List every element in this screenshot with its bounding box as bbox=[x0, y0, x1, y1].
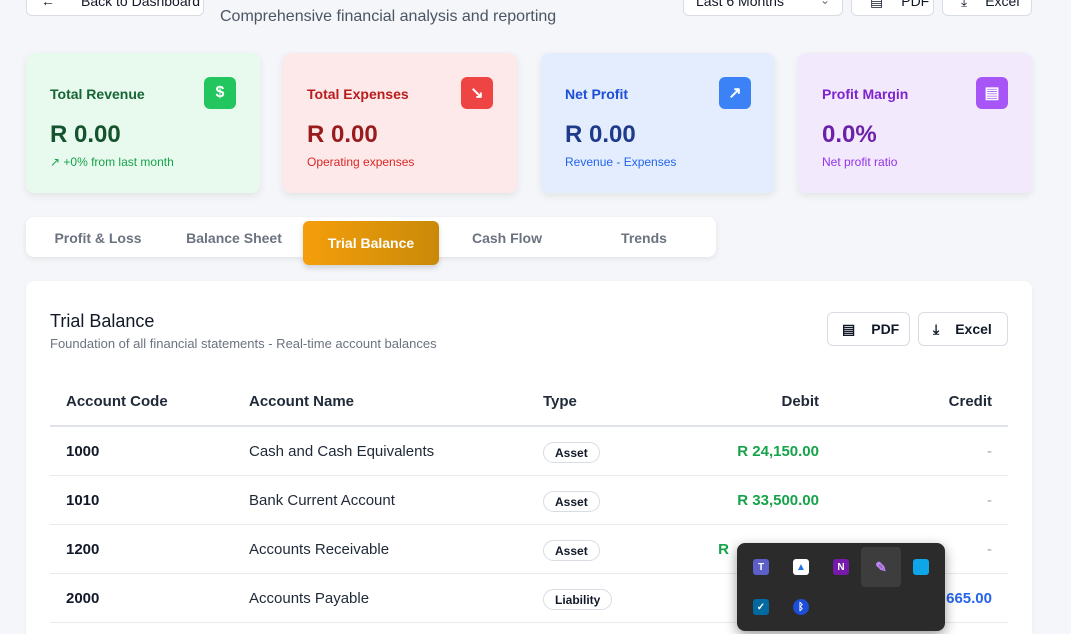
teams-icon[interactable]: T bbox=[741, 547, 781, 587]
file-icon: ▤ bbox=[870, 0, 884, 9]
card-value: 0.0% bbox=[822, 121, 877, 148]
card-title: Net Profit bbox=[565, 86, 628, 102]
trending-down-icon: ↘ bbox=[461, 77, 493, 109]
col-account-name: Account Name bbox=[249, 393, 355, 410]
card-note: Net profit ratio bbox=[822, 155, 898, 169]
total-expenses-card: Total Expenses ↘ R 0.00 Operating expens… bbox=[283, 53, 517, 193]
report-tabs: Profit & Loss Balance Sheet Trial Balanc… bbox=[26, 217, 716, 265]
back-label: Back to Dashboard bbox=[81, 0, 201, 9]
type-badge: Asset bbox=[543, 442, 600, 463]
panel-excel-label: Excel bbox=[955, 321, 992, 337]
account-name: Accounts Payable bbox=[249, 590, 370, 607]
dollar-icon: $ bbox=[204, 77, 236, 109]
top-bar: ← Back to Dashboard Comprehensive financ… bbox=[0, 0, 1071, 40]
panel-excel-button[interactable]: ⤓ Excel bbox=[918, 312, 1008, 346]
account-code: 1200 bbox=[66, 541, 100, 558]
total-revenue-card: Total Revenue $ R 0.00 ↗ +0% from last m… bbox=[26, 53, 260, 193]
type-badge: Liability bbox=[543, 589, 613, 610]
export-pdf-button[interactable]: ▤ PDF bbox=[851, 0, 934, 16]
card-value: R 0.00 bbox=[50, 121, 121, 148]
account-code: 2000 bbox=[66, 590, 100, 607]
net-profit-card: Net Profit ↗ R 0.00 Revenue - Expenses bbox=[541, 53, 775, 193]
table-header: Account Code Account Name Type Debit Cre… bbox=[50, 381, 1008, 427]
credit-value: 665.00 bbox=[946, 590, 992, 607]
download-icon: ⤓ bbox=[933, 320, 940, 337]
debit-value: R bbox=[718, 541, 729, 558]
tab-trial-balance[interactable]: Trial Balance bbox=[303, 221, 439, 265]
col-type: Type bbox=[543, 393, 577, 410]
tab-balance-sheet[interactable]: Balance Sheet bbox=[166, 217, 302, 257]
bluetooth-icon[interactable]: ᛒ bbox=[781, 587, 821, 627]
debit-value: R 24,150.00 bbox=[737, 443, 819, 460]
download-icon: ⤓ bbox=[961, 0, 968, 9]
account-name: Cash and Cash Equivalents bbox=[249, 443, 435, 460]
export-excel-label: Excel bbox=[985, 0, 1020, 9]
account-name: Bank Current Account bbox=[249, 492, 395, 509]
panel-title: Trial Balance bbox=[50, 311, 155, 331]
google-drive-icon[interactable]: ▲ bbox=[781, 547, 821, 587]
account-name: Accounts Receivable bbox=[249, 541, 390, 558]
card-title: Total Revenue bbox=[50, 86, 145, 102]
tab-trends[interactable]: Trends bbox=[576, 217, 712, 257]
profit-margin-card: Profit Margin ▤ 0.0% Net profit ratio bbox=[798, 53, 1032, 193]
tab-profit-loss[interactable]: Profit & Loss bbox=[30, 217, 166, 257]
system-tray-overflow: T ▲ N ✎ ✓ ᛒ bbox=[737, 543, 945, 631]
table-row: 1010 Bank Current Account Asset R 33,500… bbox=[50, 476, 1008, 525]
col-debit: Debit bbox=[781, 393, 820, 410]
table-row: 1000 Cash and Cash Equivalents Asset R 2… bbox=[50, 427, 1008, 476]
card-value: R 0.00 bbox=[565, 121, 636, 148]
card-note: Revenue - Expenses bbox=[565, 155, 677, 169]
col-account-code: Account Code bbox=[66, 393, 168, 410]
period-value: Last 6 Months bbox=[696, 0, 784, 9]
arrow-left-icon: ← bbox=[41, 0, 55, 9]
credit-value: - bbox=[987, 443, 992, 460]
pen-icon[interactable]: ✎ bbox=[861, 547, 901, 587]
export-excel-button[interactable]: ⤓ Excel bbox=[942, 0, 1032, 16]
card-title: Total Expenses bbox=[307, 86, 409, 102]
tab-cash-flow[interactable]: Cash Flow bbox=[439, 217, 575, 257]
card-value: R 0.00 bbox=[307, 121, 378, 148]
panel-pdf-button[interactable]: ▤ PDF bbox=[827, 312, 910, 346]
document-icon: ▤ bbox=[976, 77, 1008, 109]
file-icon: ▤ bbox=[842, 320, 856, 337]
account-code: 1010 bbox=[66, 492, 100, 509]
debit-value: R 33,500.00 bbox=[737, 492, 819, 509]
trending-up-icon: ↗ bbox=[719, 77, 751, 109]
period-select[interactable]: Last 6 Months ⌄ bbox=[683, 0, 843, 16]
chevron-down-icon: ⌄ bbox=[819, 0, 830, 7]
app-icon[interactable] bbox=[901, 547, 941, 587]
panel-subtitle: Foundation of all financial statements -… bbox=[50, 336, 437, 351]
col-credit: Credit bbox=[948, 393, 992, 410]
card-title: Profit Margin bbox=[822, 86, 909, 102]
card-note: ↗ +0% from last month bbox=[50, 155, 174, 169]
account-code: 1000 bbox=[66, 443, 100, 460]
card-note: Operating expenses bbox=[307, 155, 415, 169]
export-pdf-label: PDF bbox=[901, 0, 930, 9]
page-subtitle: Comprehensive financial analysis and rep… bbox=[220, 8, 557, 25]
onenote-icon[interactable]: N bbox=[821, 547, 861, 587]
credit-value: - bbox=[987, 541, 992, 558]
back-to-dashboard-button[interactable]: ← Back to Dashboard bbox=[26, 0, 204, 16]
panel-pdf-label: PDF bbox=[871, 321, 900, 337]
type-badge: Asset bbox=[543, 540, 600, 561]
defender-icon[interactable]: ✓ bbox=[741, 587, 781, 627]
credit-value: - bbox=[987, 492, 992, 509]
type-badge: Asset bbox=[543, 491, 600, 512]
